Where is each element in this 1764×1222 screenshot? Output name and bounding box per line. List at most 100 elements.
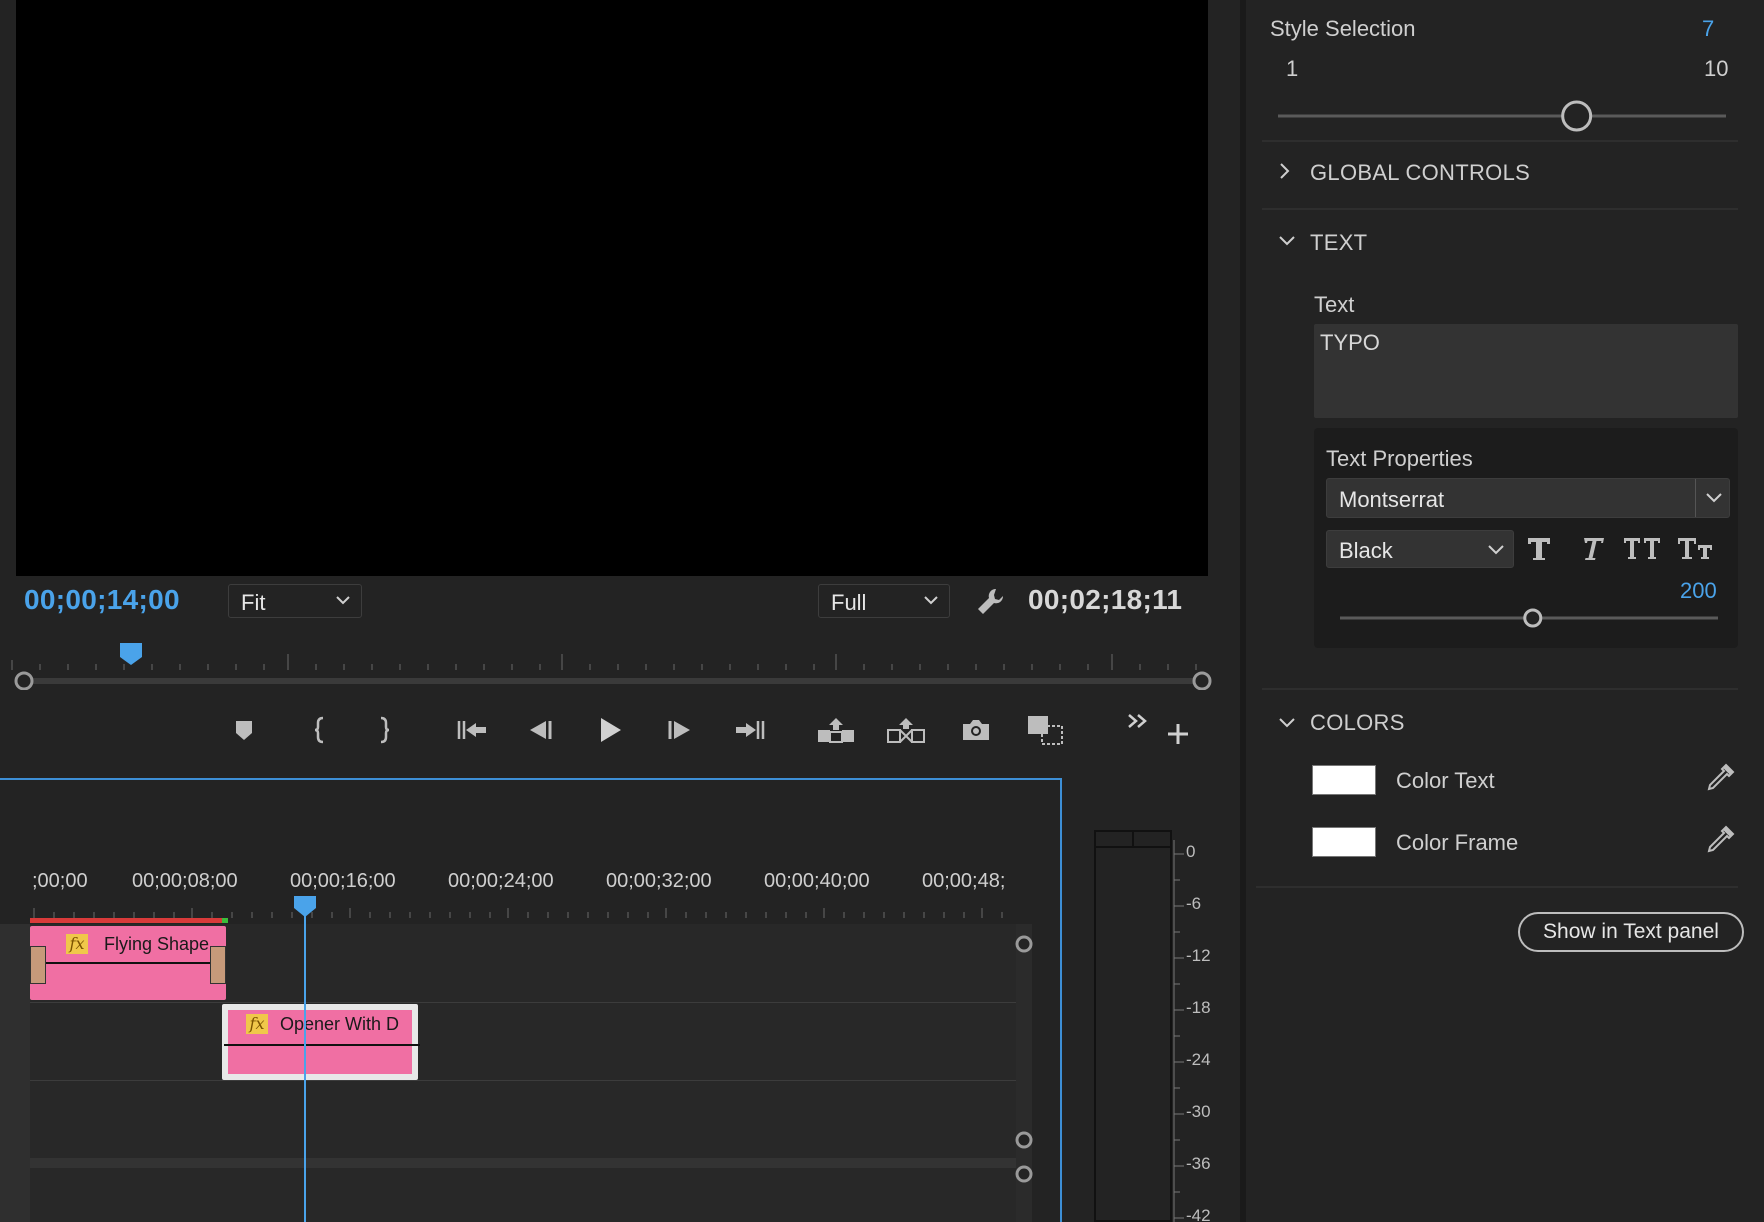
ruler-label: 00;00;08;00 bbox=[132, 870, 238, 892]
all-caps-icon[interactable] bbox=[1622, 534, 1662, 564]
scroll-handle-audio[interactable] bbox=[1014, 1164, 1034, 1184]
ruler-label: 00;00;16;00 bbox=[290, 870, 396, 892]
timeline-playhead-line bbox=[304, 912, 306, 1222]
step-forward-icon[interactable] bbox=[660, 710, 700, 750]
meter-db-label: -6 bbox=[1186, 894, 1202, 913]
style-selection-label: Style Selection bbox=[1270, 16, 1416, 41]
video-preview[interactable] bbox=[16, 0, 1208, 576]
fx-badge-icon: fx bbox=[66, 934, 88, 954]
more-controls-icon[interactable] bbox=[1118, 702, 1158, 742]
track-divider bbox=[30, 1002, 1016, 1003]
audio-meter[interactable] bbox=[1094, 830, 1172, 1222]
ruler-label: ;00;00 bbox=[32, 870, 88, 892]
scroll-handle-top[interactable] bbox=[1014, 934, 1034, 954]
chevron-right-icon[interactable] bbox=[1278, 162, 1292, 180]
eyedropper-icon[interactable] bbox=[1704, 824, 1736, 858]
comparison-view-icon[interactable] bbox=[1026, 710, 1066, 750]
opacity-line bbox=[224, 1044, 420, 1046]
font-family-dropdown[interactable]: Montserrat bbox=[1326, 478, 1730, 518]
ruler-label: 00;00;32;00 bbox=[606, 870, 712, 892]
timeline-playhead[interactable] bbox=[294, 896, 316, 918]
chevron-down-icon[interactable] bbox=[1278, 716, 1296, 730]
chevron-down-icon[interactable] bbox=[1278, 234, 1296, 248]
font-weight-dropdown[interactable]: Black bbox=[1326, 530, 1514, 568]
vertical-scrollbar[interactable] bbox=[1014, 924, 1034, 1222]
mark-in-icon[interactable] bbox=[300, 710, 340, 750]
transition-handle[interactable] bbox=[30, 946, 46, 984]
color-text-swatch[interactable] bbox=[1312, 765, 1376, 795]
ruler-label: 00;00;48; bbox=[922, 870, 1006, 892]
font-size-slider[interactable] bbox=[1336, 606, 1722, 630]
color-frame-label: Color Frame bbox=[1396, 830, 1519, 855]
text-input-value: TYPO bbox=[1320, 330, 1380, 355]
text-properties-label: Text Properties bbox=[1326, 446, 1473, 471]
add-button-icon[interactable] bbox=[1158, 714, 1198, 754]
ruler-label: 00;00;40;00 bbox=[764, 870, 870, 892]
wrench-icon[interactable] bbox=[974, 586, 1006, 618]
scroll-handle-bottom[interactable] bbox=[1014, 1130, 1034, 1150]
go-to-in-icon[interactable] bbox=[452, 710, 492, 750]
meter-db-label: -18 bbox=[1186, 998, 1211, 1017]
meter-db-label: -24 bbox=[1186, 1050, 1211, 1069]
color-frame-swatch[interactable] bbox=[1312, 827, 1376, 857]
slider-thumb bbox=[1523, 608, 1543, 628]
track-headers bbox=[0, 924, 30, 1222]
go-to-out-icon[interactable] bbox=[730, 710, 770, 750]
separator bbox=[1256, 886, 1738, 888]
style-selection-slider[interactable] bbox=[1274, 98, 1730, 134]
extract-icon[interactable] bbox=[886, 710, 926, 750]
show-in-text-panel-button[interactable]: Show in Text panel bbox=[1518, 912, 1744, 952]
dropdown-divider bbox=[1695, 479, 1696, 517]
faux-italic-icon[interactable] bbox=[1576, 534, 1606, 564]
font-weight-value: Black bbox=[1339, 538, 1393, 563]
font-size-value[interactable]: 200 bbox=[1680, 578, 1717, 604]
meter-scale bbox=[1173, 840, 1184, 1222]
small-caps-icon[interactable] bbox=[1676, 534, 1716, 564]
peak-divider bbox=[1132, 832, 1134, 848]
ruler-label: 00;00;24;00 bbox=[448, 870, 554, 892]
meter-db-label: 0 bbox=[1186, 842, 1196, 861]
text-section-header[interactable]: TEXT bbox=[1310, 230, 1367, 256]
timeline-ruler-ticks[interactable] bbox=[30, 898, 1016, 920]
color-text-label: Color Text bbox=[1396, 768, 1495, 793]
style-selection-min: 1 bbox=[1286, 56, 1299, 81]
chevron-down-icon[interactable] bbox=[1705, 492, 1723, 504]
transport-controls bbox=[0, 700, 1220, 760]
meter-db-label: -30 bbox=[1186, 1102, 1211, 1121]
camera-icon[interactable] bbox=[956, 710, 996, 750]
timeline-clip[interactable]: fx Flying Shape bbox=[30, 926, 226, 1000]
text-input[interactable]: TYPO bbox=[1314, 324, 1738, 418]
style-selection-value[interactable]: 7 bbox=[1702, 16, 1714, 42]
clip-name: Opener With D bbox=[280, 1014, 400, 1034]
eyedropper-icon[interactable] bbox=[1704, 762, 1736, 796]
meter-db-label: -42 bbox=[1186, 1206, 1211, 1222]
clip-name: Flying Shape bbox=[104, 934, 210, 954]
chevron-down-icon bbox=[336, 596, 350, 605]
mark-out-icon[interactable] bbox=[364, 710, 404, 750]
text-field-label: Text bbox=[1314, 292, 1355, 317]
separator bbox=[1262, 140, 1738, 142]
playback-resolution-dropdown[interactable]: Full bbox=[818, 584, 950, 618]
chevron-down-icon bbox=[1488, 545, 1504, 555]
audio-video-divider[interactable] bbox=[30, 1158, 1016, 1168]
zoom-dropdown[interactable]: Fit bbox=[228, 584, 362, 618]
duration-timecode: 00;02;18;11 bbox=[1028, 584, 1183, 615]
render-bar-green bbox=[222, 918, 228, 923]
timeline-clip-selected[interactable]: fx Opener With D bbox=[222, 1004, 420, 1080]
step-back-icon[interactable] bbox=[520, 710, 560, 750]
meter-db-label: -36 bbox=[1186, 1154, 1211, 1173]
zoom-value: Fit bbox=[241, 590, 266, 615]
separator bbox=[1262, 208, 1738, 210]
slider-thumb bbox=[1561, 100, 1593, 132]
current-timecode[interactable]: 00;00;14;00 bbox=[24, 584, 180, 616]
monitor-timeline-ruler[interactable] bbox=[0, 640, 1220, 690]
lift-icon[interactable] bbox=[816, 710, 856, 750]
colors-section-header[interactable]: COLORS bbox=[1310, 710, 1405, 736]
transition-handle[interactable] bbox=[210, 946, 226, 984]
faux-bold-icon[interactable] bbox=[1524, 534, 1554, 564]
opacity-line bbox=[44, 962, 212, 964]
font-family-value: Montserrat bbox=[1339, 487, 1445, 512]
play-icon[interactable] bbox=[590, 710, 630, 750]
global-controls-header[interactable]: GLOBAL CONTROLS bbox=[1310, 160, 1530, 186]
add-marker-icon[interactable] bbox=[224, 710, 264, 750]
